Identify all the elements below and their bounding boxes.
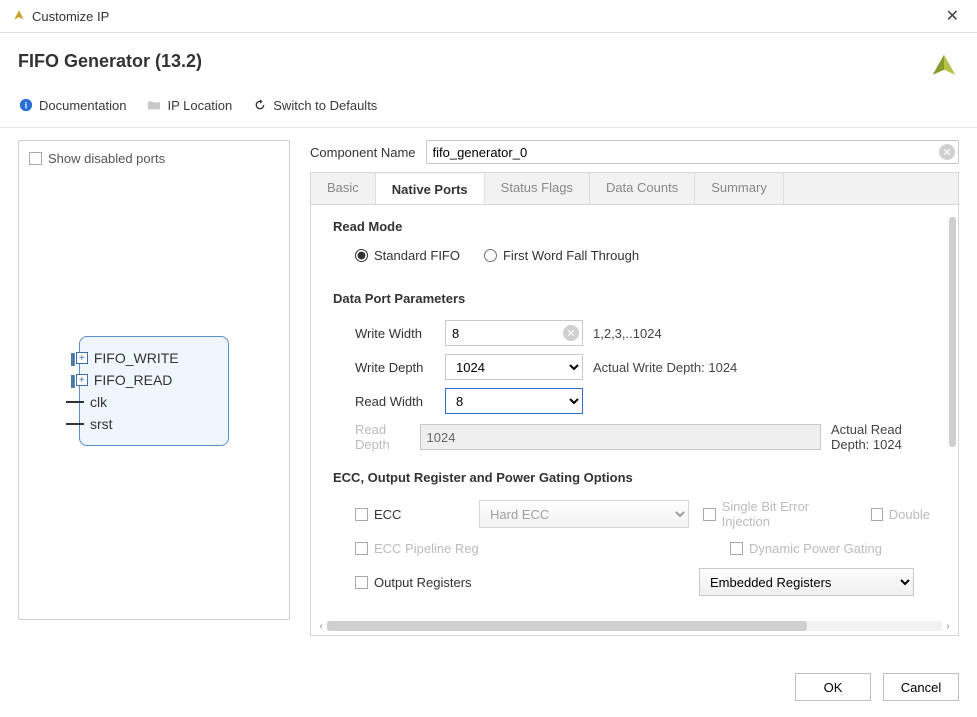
port-label: FIFO_READ [94,372,173,388]
read-width-label: Read Width [355,394,435,409]
titlebar: Customize IP ✕ [0,0,977,33]
double-bit-checkbox: Double [871,507,930,522]
read-depth-hint: Actual Read Depth: 1024 [831,422,930,452]
port-fifo-write: ||+ FIFO_WRITE [84,347,212,369]
single-bit-input [703,508,716,521]
port-srst: srst [84,413,212,435]
ecc-checkbox-label: ECC [374,507,401,522]
show-disabled-ports-input[interactable] [29,152,42,165]
tab-data-counts[interactable]: Data Counts [590,173,695,204]
output-registers-label: Output Registers [374,575,472,590]
component-name-input[interactable] [426,140,960,164]
ecc-checkbox[interactable]: ECC [355,507,465,522]
radio-fwft[interactable]: First Word Fall Through [484,248,639,263]
section-data-port-title: Data Port Parameters [333,291,930,306]
section-initialization-title: Initialization [333,608,930,609]
info-icon: i [18,97,34,113]
header-toolbar: i Documentation IP Location Switch to De… [0,91,977,127]
component-name-label: Component Name [310,145,416,160]
refresh-icon [252,97,268,113]
ok-button[interactable]: OK [795,673,871,701]
folder-icon [146,97,162,113]
radio-standard-label: Standard FIFO [374,248,460,263]
single-bit-label: Single Bit Error Injection [722,499,858,529]
port-clk: clk [84,391,212,413]
read-depth-label: Read Depth [355,422,410,452]
write-depth-hint: Actual Write Depth: 1024 [593,360,737,375]
single-bit-checkbox: Single Bit Error Injection [703,499,857,529]
port-label: srst [90,416,113,432]
ecc-pipeline-label: ECC Pipeline Reg [374,541,479,556]
radio-standard-input[interactable] [355,249,368,262]
show-disabled-ports-label: Show disabled ports [48,151,165,166]
radio-fwft-input[interactable] [484,249,497,262]
section-read-mode-title: Read Mode [333,219,930,234]
vendor-logo-icon [929,51,959,81]
clear-input-icon[interactable]: ✕ [939,144,955,160]
ecc-type-select: Hard ECC [479,500,689,528]
output-registers-select[interactable]: Embedded Registers [699,568,914,596]
section-ecc-title: ECC, Output Register and Power Gating Op… [333,470,930,485]
documentation-label: Documentation [39,98,126,113]
write-width-label: Write Width [355,326,435,341]
tabs-bar: Basic Native Ports Status Flags Data Cou… [310,172,959,204]
ip-location-label: IP Location [167,98,232,113]
app-icon [12,9,26,23]
output-registers-input[interactable] [355,576,368,589]
port-label: FIFO_WRITE [94,350,179,366]
output-registers-checkbox[interactable]: Output Registers [355,575,685,590]
documentation-link[interactable]: i Documentation [18,97,126,113]
dynamic-power-checkbox: Dynamic Power Gating [730,541,930,556]
write-depth-label: Write Depth [355,360,435,375]
read-depth-input [420,424,821,450]
svg-text:i: i [25,101,27,111]
read-width-select[interactable]: 8 [445,388,583,414]
tab-basic[interactable]: Basic [311,173,376,204]
double-bit-label: Double [889,507,930,522]
double-bit-input [871,508,882,521]
scroll-right-icon[interactable]: › [942,620,954,632]
ip-title: FIFO Generator (13.2) [18,51,202,72]
dynamic-power-input [730,542,743,555]
block-preview-pane: Show disabled ports ||+ FIFO_WRITE ||+ F… [18,140,290,620]
ecc-pipeline-checkbox: ECC Pipeline Reg [355,541,555,556]
tab-content: Read Mode Standard FIFO First Word Fall … [310,204,959,636]
tab-summary[interactable]: Summary [695,173,784,204]
port-label: clk [90,394,107,410]
radio-fwft-label: First Word Fall Through [503,248,639,263]
dynamic-power-label: Dynamic Power Gating [749,541,882,556]
switch-defaults-link[interactable]: Switch to Defaults [252,97,377,113]
expand-icon[interactable]: + [76,374,88,386]
switch-defaults-label: Switch to Defaults [273,98,377,113]
port-fifo-read: ||+ FIFO_READ [84,369,212,391]
clear-input-icon[interactable]: ✕ [563,325,579,341]
vertical-scrollbar[interactable] [946,211,956,601]
write-depth-select[interactable]: 1024 [445,354,583,380]
close-icon[interactable]: ✕ [940,6,965,26]
expand-icon[interactable]: + [76,352,88,364]
cancel-button[interactable]: Cancel [883,673,959,701]
window-title: Customize IP [32,9,109,24]
ip-location-link[interactable]: IP Location [146,97,232,113]
tab-status-flags[interactable]: Status Flags [485,173,590,204]
show-disabled-ports-checkbox[interactable]: Show disabled ports [29,151,279,166]
divider [0,127,977,128]
scroll-left-icon[interactable]: ‹ [315,620,327,632]
write-width-hint: 1,2,3,..1024 [593,326,662,341]
horizontal-scrollbar[interactable]: ‹ › [315,619,954,633]
ecc-pipeline-input [355,542,368,555]
ecc-checkbox-input[interactable] [355,508,368,521]
ip-block-diagram: ||+ FIFO_WRITE ||+ FIFO_READ clk srst [79,336,229,446]
tab-native-ports[interactable]: Native Ports [376,173,485,204]
radio-standard-fifo[interactable]: Standard FIFO [355,248,460,263]
